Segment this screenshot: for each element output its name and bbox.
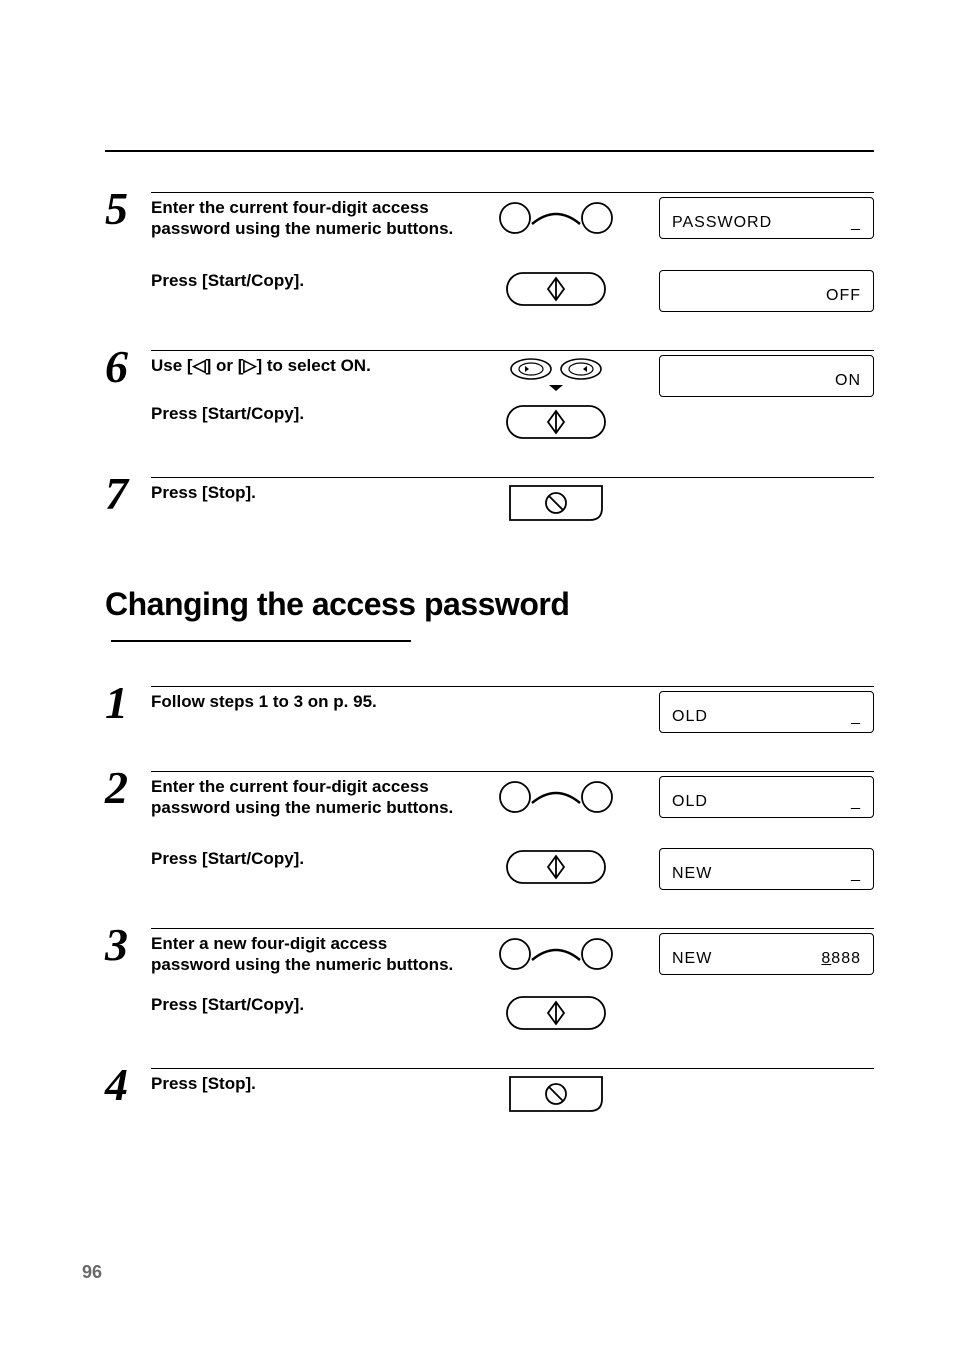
step-number: 6 (105, 344, 151, 469)
display-right: _ (851, 708, 861, 726)
step-number: 2 (105, 765, 151, 921)
arrow-keys-icon (501, 357, 611, 393)
instruction-text: Enter the current four-digit access pass… (151, 197, 471, 240)
lcd-display: NEW 8888 (659, 933, 874, 975)
step-number: 5 (105, 186, 151, 342)
lcd-display: OLD _ (659, 776, 874, 818)
display-right: OFF (826, 287, 861, 305)
start-copy-button-icon (506, 272, 606, 306)
lcd-display: ON (659, 355, 874, 397)
instruction-text: Follow steps 1 to 3 on p. 95. (151, 691, 471, 712)
step-number: 7 (105, 471, 151, 552)
lcd-display: NEW _ (659, 848, 874, 890)
step-3: 3 Enter a new four-digit access password… (105, 928, 874, 1060)
heading-text: Changing the access password (105, 586, 569, 622)
section-heading: Changing the access password (105, 586, 874, 660)
instruction-text: Press [Start/Copy]. (151, 270, 471, 291)
instruction-text: Press [Stop]. (151, 482, 471, 503)
lcd-display: PASSWORD _ (659, 197, 874, 239)
instruction-text: Enter the current four-digit access pass… (151, 776, 471, 819)
instruction-text: Press [Stop]. (151, 1073, 471, 1094)
display-left: NEW (672, 865, 851, 883)
display-right: _ (851, 793, 861, 811)
display-right: _ (851, 214, 861, 232)
numeric-buttons-icon (496, 935, 616, 973)
display-left: OLD (672, 793, 851, 811)
page-top-rule (105, 150, 874, 152)
step-2: 2 Enter the current four-digit access pa… (105, 771, 874, 921)
start-copy-button-icon (506, 850, 606, 884)
start-copy-button-icon (506, 996, 606, 1030)
lcd-display: OFF (659, 270, 874, 312)
instruction-text: Press [Start/Copy]. (151, 848, 471, 869)
lcd-display: OLD _ (659, 691, 874, 733)
instruction-text: Press [Start/Copy]. (151, 994, 471, 1015)
step-5: 5 Enter the current four-digit access pa… (105, 192, 874, 342)
instruction-text: Use [◁] or [▷] to select ON. (151, 355, 471, 376)
display-right: 8888 (821, 950, 861, 968)
step-4: 4 Press [Stop]. (105, 1068, 874, 1143)
instruction-text: Enter a new four-digit access password u… (151, 933, 471, 976)
stop-button-icon (506, 484, 606, 522)
heading-rule (111, 640, 411, 642)
step-1: 1 Follow steps 1 to 3 on p. 95. OLD _ (105, 686, 874, 763)
display-left: OLD (672, 708, 851, 726)
numeric-buttons-icon (496, 199, 616, 237)
step-number: 1 (105, 680, 151, 763)
display-left: NEW (672, 950, 821, 968)
page-number: 96 (82, 1262, 102, 1283)
display-right: ON (835, 372, 861, 390)
instruction-text: Press [Start/Copy]. (151, 403, 471, 424)
step-number: 3 (105, 922, 151, 1060)
stop-button-icon (506, 1075, 606, 1113)
display-right: _ (851, 865, 861, 883)
step-6: 6 Use [◁] or [▷] to select ON. ON (105, 350, 874, 469)
display-left: PASSWORD (672, 214, 851, 232)
step-number: 4 (105, 1062, 151, 1143)
step-7: 7 Press [Stop]. (105, 477, 874, 552)
numeric-buttons-icon (496, 778, 616, 816)
start-copy-button-icon (506, 405, 606, 439)
